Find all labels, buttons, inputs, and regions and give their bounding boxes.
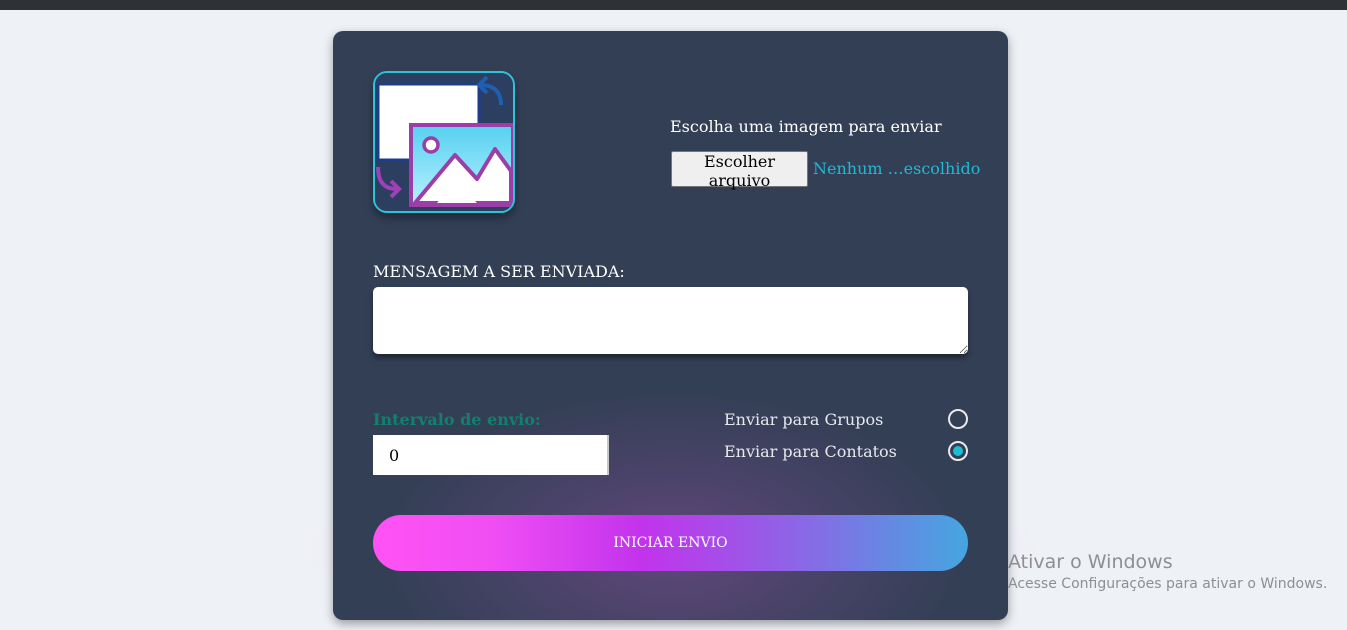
windows-activation-subtitle: Acesse Configurações para ativar o Windo… bbox=[1008, 576, 1328, 592]
windows-activation-title: Ativar o Windows bbox=[1008, 551, 1173, 573]
message-label: MENSAGEM A SER ENVIADA: bbox=[373, 262, 625, 281]
radio-contacts[interactable] bbox=[948, 441, 968, 461]
choose-file-button[interactable]: Escolher arquivo bbox=[671, 151, 808, 190]
radio-label-groups: Enviar para Grupos bbox=[724, 410, 884, 429]
interval-label: Intervalo de envio: bbox=[373, 410, 541, 429]
file-status-text: Nenhum …escolhido bbox=[813, 159, 981, 178]
radio-groups[interactable] bbox=[948, 409, 968, 429]
start-sending-button[interactable]: INICIAR ENVIO bbox=[373, 515, 968, 571]
browser-top-bar bbox=[0, 0, 1347, 10]
interval-input[interactable] bbox=[373, 435, 609, 475]
image-swap-icon bbox=[373, 71, 515, 213]
radio-label-contacts: Enviar para Contatos bbox=[724, 442, 897, 461]
upload-label: Escolha uma imagem para enviar bbox=[670, 117, 942, 136]
message-textarea[interactable] bbox=[373, 287, 968, 354]
